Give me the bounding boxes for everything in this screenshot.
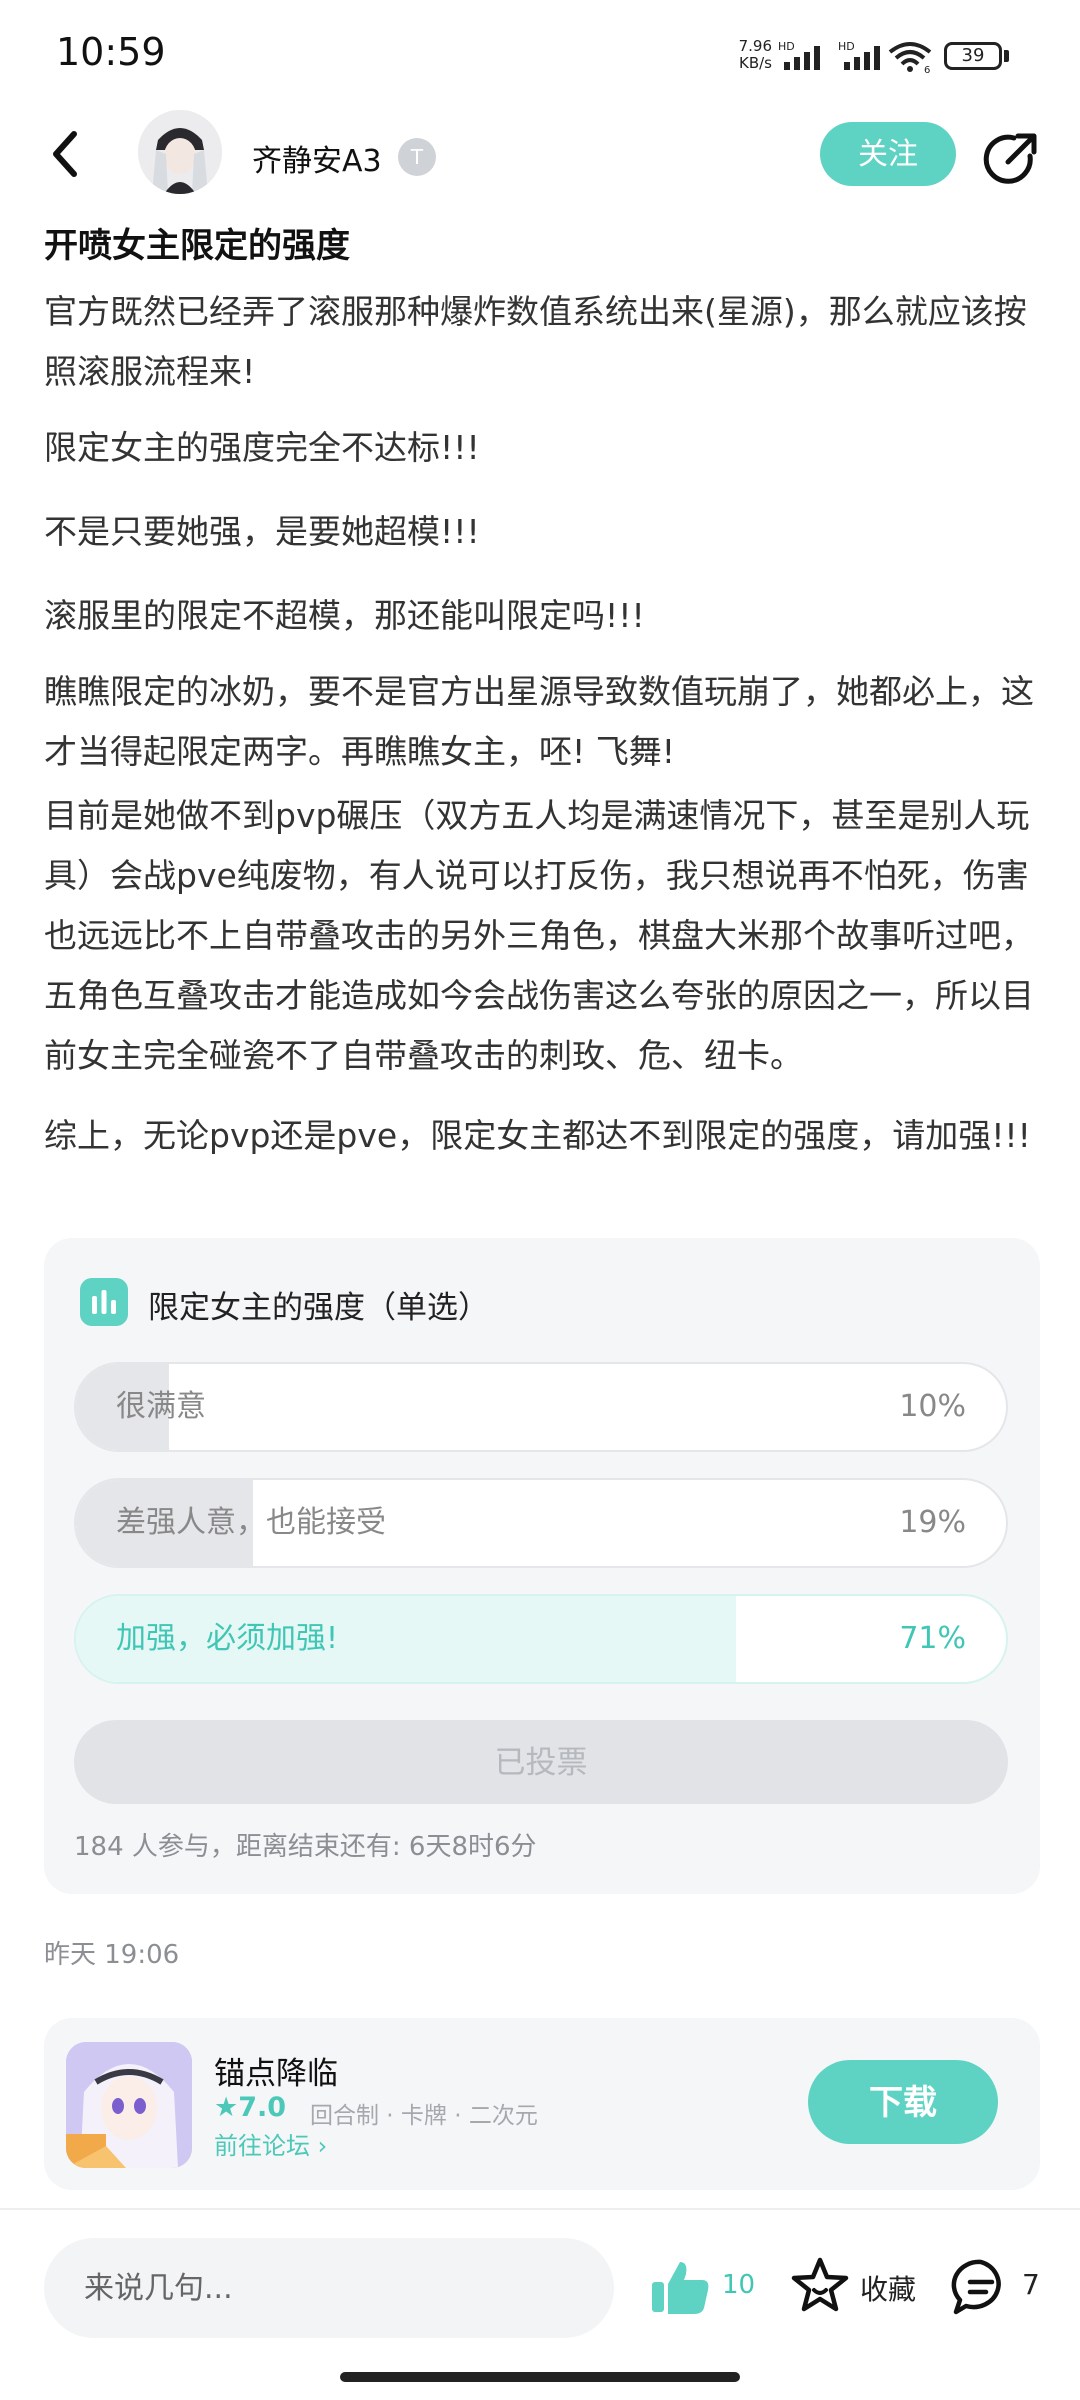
forum-link[interactable]: 前往论坛 › [214,2126,327,2161]
game-icon[interactable] [66,2042,192,2168]
like-count: 10 [722,2270,756,2300]
poll-option-label: 加强，必须加强! [116,1621,339,1656]
post-paragraph: 限定女主的强度完全不达标!!! [44,428,480,467]
game-artwork [66,2042,192,2168]
comment-bubble-icon[interactable] [950,2256,1012,2318]
network-speed-value: 7.96 [738,37,772,55]
post-paragraph: 官方既然已经弄了滚服那种爆炸数值系统出来(星源)，那么就应该按照滚服流程来! [44,292,1027,391]
network-speed: 7.96 KB/s [720,38,772,72]
thumbs-up-icon[interactable] [648,2256,712,2320]
post-paragraph: 滚服里的限定不超模，那还能叫限定吗!!! [44,596,645,635]
follow-button[interactable]: 关注 [820,122,956,186]
battery-icon: 39 [944,42,1002,70]
username[interactable]: 齐静安A3 [252,136,382,180]
hd1-label: HD [778,40,795,53]
poll-option-label: 差强人意，也能接受 [116,1505,386,1540]
home-indicator[interactable] [340,2372,740,2382]
post-paragraph: 目前是她做不到pvp碾压（双方五人均是满速情况下，甚至是别人玩具）会战pve纯废… [44,796,1034,1075]
post-paragraph: 瞧瞧限定的冰奶，要不是官方出星源导致数值玩崩了，她都必上，这才当得起限定两字。再… [44,672,1034,771]
voted-button[interactable]: 已投票 [74,1720,1008,1804]
favorite-label[interactable]: 收藏 [860,2268,916,2308]
poll-option-selected[interactable]: 加强，必须加强! 71% [74,1594,1008,1684]
post-paragraph: 综上，无论pvp还是pve，限定女主都达不到限定的强度，请加强!!! [44,1116,1031,1155]
poll-option-percent: 71% [899,1621,966,1656]
battery-tip [1004,50,1009,62]
post-timestamp: 昨天 19:06 [44,1940,180,1970]
hd2-label: HD [838,40,855,53]
share-icon[interactable] [980,126,1044,190]
game-tags: 回合制 · 卡牌 · 二次元 [310,2103,538,2129]
game-rating: ★7.0 [214,2092,287,2123]
poll-title: 限定女主的强度（单选） [148,1290,489,1326]
comment-input[interactable] [44,2238,614,2338]
post-paragraph: 不是只要她强，是要她超模!!! [44,512,480,551]
poll-option-percent: 10% [899,1389,966,1424]
download-button[interactable]: 下载 [808,2060,998,2144]
status-bar: 10:59 7.96 KB/s HD HD 6 39 [0,0,1080,110]
wifi-sub-label: 6 [924,65,930,74]
bottom-divider [0,2208,1080,2210]
poll-option[interactable]: 差强人意，也能接受 19% [74,1478,1008,1568]
poll-option[interactable]: 很满意 10% [74,1362,1008,1452]
poll-option-label: 很满意 [116,1389,206,1424]
user-level-badge: T [398,138,436,176]
avatar-image [138,110,222,194]
game-name[interactable]: 锚点降临 [214,2048,338,2093]
wifi-icon: 6 [888,42,932,74]
avatar[interactable] [138,110,222,194]
network-speed-unit: KB/s [739,54,772,72]
cellular-signal-icon: HD [778,40,820,70]
post-title: 开喷女主限定的强度 [44,226,350,266]
favorite-star-icon[interactable] [788,2254,852,2318]
status-time: 10:59 [56,30,166,74]
poll-chart-icon [80,1278,128,1326]
back-arrow-icon[interactable] [46,124,86,184]
poll-participation-info: 184 人参与，距离结束还有: 6天8时6分 [74,1832,537,1862]
comment-count: 7 [1022,2268,1040,2301]
poll-option-percent: 19% [899,1505,966,1540]
